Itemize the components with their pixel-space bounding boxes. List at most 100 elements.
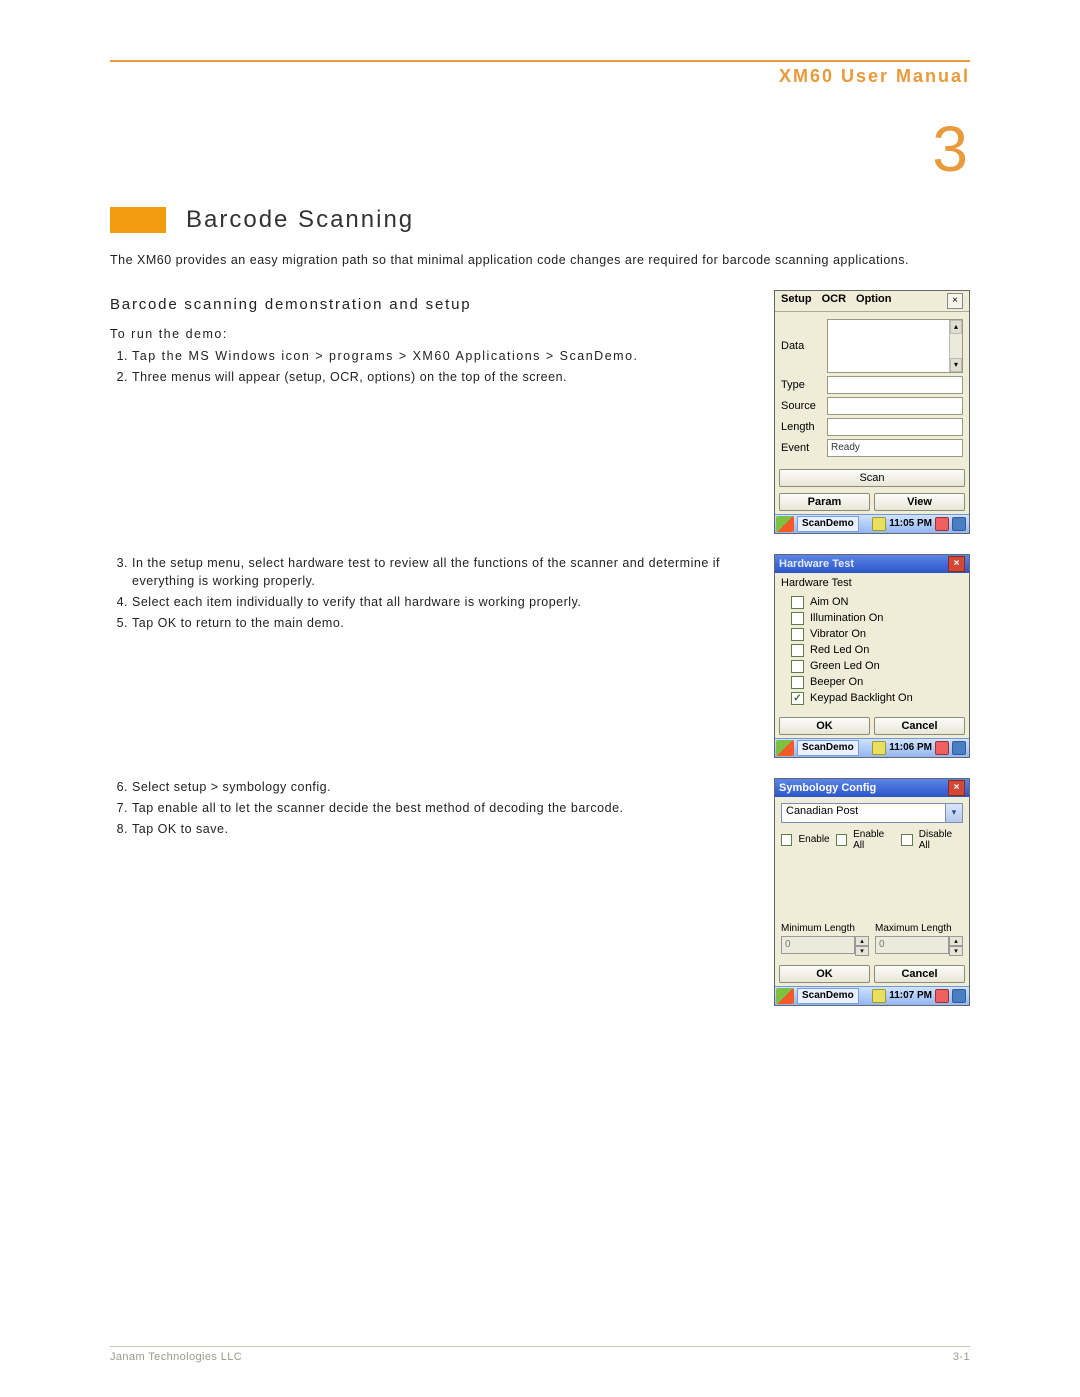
- spin-down-icon[interactable]: ▾: [855, 946, 869, 956]
- scroll-up-icon[interactable]: ▴: [950, 320, 962, 334]
- menu-ocr[interactable]: OCR: [822, 293, 846, 309]
- hw-check-item[interactable]: Illumination On: [791, 612, 963, 625]
- run-demo-label: To run the demo:: [110, 327, 756, 341]
- field-label-event: Event: [781, 442, 821, 454]
- min-length-label: Minimum Length: [781, 923, 855, 934]
- field-label-data: Data: [781, 340, 821, 352]
- type-input[interactable]: [827, 376, 963, 394]
- spin-down-icon[interactable]: ▾: [949, 946, 963, 956]
- hw-header: Hardware Test: [775, 573, 969, 593]
- checkbox-icon[interactable]: [791, 692, 804, 705]
- sym-titlebar: Symbology Config ×: [775, 779, 969, 797]
- page-footer: Janam Technologies LLC 3-1: [110, 1346, 970, 1363]
- tray-icon[interactable]: [935, 517, 949, 531]
- scandemo-window: Setup OCR Option × Data ▴ ▾: [774, 290, 970, 534]
- checkbox-icon[interactable]: [791, 676, 804, 689]
- data-textbox[interactable]: ▴ ▾: [827, 319, 963, 373]
- checkbox-icon[interactable]: [791, 612, 804, 625]
- tray-icon[interactable]: [872, 741, 886, 755]
- hw-check-label: Green Led On: [810, 660, 880, 672]
- scrollbar[interactable]: ▴ ▾: [949, 320, 962, 372]
- hw-check-item[interactable]: Keypad Backlight On: [791, 692, 963, 705]
- hw-check-label: Aim ON: [810, 596, 849, 608]
- chapter-title: Barcode Scanning: [186, 206, 414, 234]
- chapter-number: 3: [110, 117, 970, 181]
- symbology-combo[interactable]: Canadian Post ▾: [781, 803, 963, 823]
- disable-all-checkbox[interactable]: [901, 834, 912, 846]
- checkbox-icon[interactable]: [791, 596, 804, 609]
- step-item: Select each item individually to verify …: [132, 593, 756, 611]
- scan-button[interactable]: Scan: [779, 469, 965, 487]
- enable-checkbox[interactable]: [781, 834, 792, 846]
- start-icon[interactable]: [776, 988, 794, 1004]
- source-input[interactable]: [827, 397, 963, 415]
- field-label-source: Source: [781, 400, 821, 412]
- step-item: Three menus will appear (setup, OCR, opt…: [132, 368, 756, 386]
- hw-check-item[interactable]: Aim ON: [791, 596, 963, 609]
- start-icon[interactable]: [776, 516, 794, 532]
- tray-icon[interactable]: [935, 989, 949, 1003]
- view-button[interactable]: View: [874, 493, 965, 511]
- sym-title: Symbology Config: [779, 782, 876, 794]
- section-subhead: Barcode scanning demonstration and setup: [110, 296, 756, 313]
- close-icon[interactable]: ×: [947, 293, 963, 309]
- hw-check-label: Vibrator On: [810, 628, 866, 640]
- taskbar-app[interactable]: ScanDemo: [797, 740, 859, 756]
- tray-icon[interactable]: [952, 989, 966, 1003]
- checkbox-icon[interactable]: [791, 644, 804, 657]
- footer-company: Janam Technologies LLC: [110, 1351, 242, 1363]
- spin-up-icon[interactable]: ▴: [949, 936, 963, 946]
- min-length-value: 0: [781, 936, 855, 954]
- checkbox-icon[interactable]: [791, 628, 804, 641]
- ok-button[interactable]: OK: [779, 965, 870, 983]
- tray-icon[interactable]: [952, 741, 966, 755]
- spin-up-icon[interactable]: ▴: [855, 936, 869, 946]
- footer-page-number: 3-1: [953, 1351, 970, 1363]
- min-length-spinner[interactable]: 0 ▴▾: [781, 936, 869, 956]
- scroll-down-icon[interactable]: ▾: [950, 358, 962, 372]
- max-length-value: 0: [875, 936, 949, 954]
- step-item: In the setup menu, select hardware test …: [132, 554, 756, 590]
- hw-check-item[interactable]: Beeper On: [791, 676, 963, 689]
- step-item: Tap the MS Windows icon > programs > XM6…: [132, 347, 756, 365]
- taskbar: ScanDemo 11:06 PM: [775, 738, 969, 757]
- enable-label: Enable: [798, 834, 829, 845]
- enable-all-checkbox[interactable]: [836, 834, 847, 846]
- chevron-down-icon[interactable]: ▾: [945, 804, 962, 822]
- close-icon[interactable]: ×: [948, 556, 965, 572]
- hw-title: Hardware Test: [779, 558, 854, 570]
- menu-option[interactable]: Option: [856, 293, 891, 309]
- close-icon[interactable]: ×: [948, 780, 965, 796]
- menu-setup[interactable]: Setup: [781, 293, 812, 309]
- tray-icon[interactable]: [872, 989, 886, 1003]
- symbology-config-window: Symbology Config × Canadian Post ▾ Enabl…: [774, 778, 970, 1006]
- hw-check-item[interactable]: Green Led On: [791, 660, 963, 673]
- length-input[interactable]: [827, 418, 963, 436]
- cancel-button[interactable]: Cancel: [874, 965, 965, 983]
- hw-check-item[interactable]: Red Led On: [791, 644, 963, 657]
- steps-list-a: Tap the MS Windows icon > programs > XM6…: [110, 347, 756, 386]
- ok-button[interactable]: OK: [779, 717, 870, 735]
- field-label-type: Type: [781, 379, 821, 391]
- max-length-spinner[interactable]: 0 ▴▾: [875, 936, 963, 956]
- cancel-button[interactable]: Cancel: [874, 717, 965, 735]
- taskbar-time: 11:06 PM: [889, 742, 932, 753]
- event-input[interactable]: Ready: [827, 439, 963, 457]
- hw-check-label: Beeper On: [810, 676, 863, 688]
- header-rule: [110, 60, 970, 62]
- tray-icon[interactable]: [935, 741, 949, 755]
- tray-icon[interactable]: [872, 517, 886, 531]
- step-item: Tap enable all to let the scanner decide…: [132, 799, 756, 817]
- taskbar-app[interactable]: ScanDemo: [797, 988, 859, 1004]
- hw-check-item[interactable]: Vibrator On: [791, 628, 963, 641]
- param-button[interactable]: Param: [779, 493, 870, 511]
- tray-icon[interactable]: [952, 517, 966, 531]
- step-item: Tap OK to save.: [132, 820, 756, 838]
- max-length-label: Maximum Length: [875, 923, 952, 934]
- start-icon[interactable]: [776, 740, 794, 756]
- hardware-test-window: Hardware Test × Hardware Test Aim ON Illu…: [774, 554, 970, 758]
- taskbar-app[interactable]: ScanDemo: [797, 516, 859, 532]
- chapter-accent-block: [110, 207, 166, 233]
- taskbar: ScanDemo 11:07 PM: [775, 986, 969, 1005]
- checkbox-icon[interactable]: [791, 660, 804, 673]
